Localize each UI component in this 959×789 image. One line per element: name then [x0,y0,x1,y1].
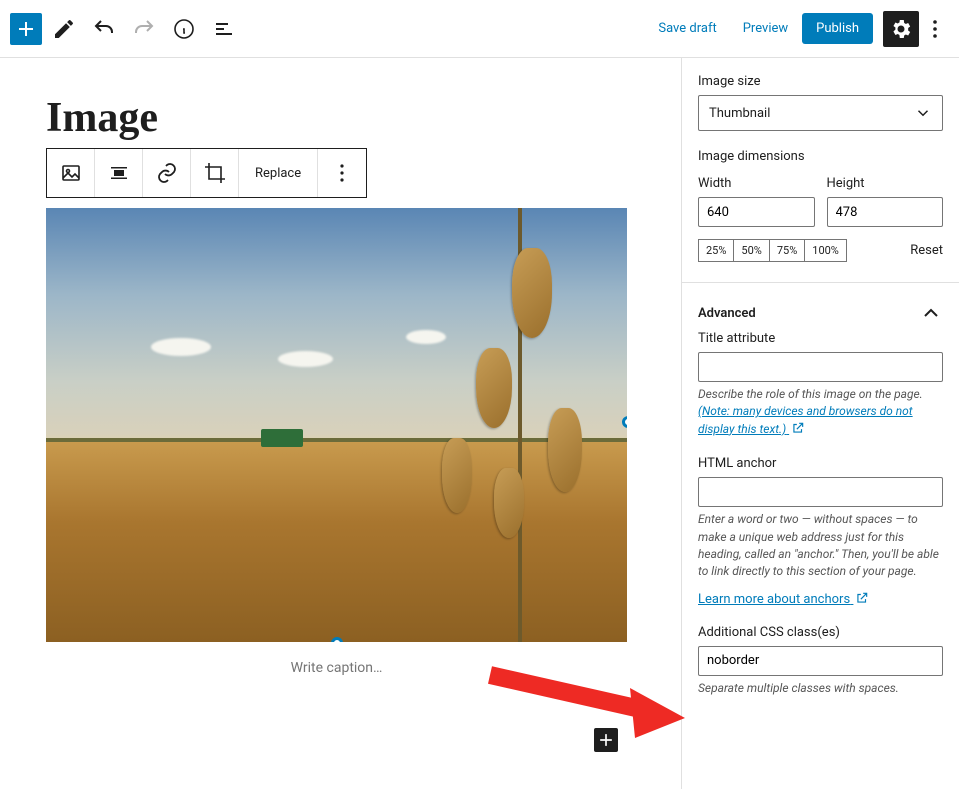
undo-icon [92,17,116,41]
publish-button[interactable]: Publish [802,13,873,44]
html-anchor-input[interactable] [698,477,943,507]
width-label: Width [698,176,815,191]
pct-100-button[interactable]: 100% [805,239,847,262]
insert-block-button[interactable] [594,728,618,752]
image-block[interactable] [46,208,627,642]
outline-button[interactable] [206,11,242,47]
align-icon [107,161,131,185]
advanced-title: Advanced [698,306,756,321]
save-draft-button[interactable]: Save draft [646,13,728,44]
link-button[interactable] [143,149,191,197]
settings-sidebar: Image size Thumbnail Image dimensions Wi… [681,58,959,789]
plus-icon [14,17,38,41]
toolbar-left [10,11,242,47]
crop-icon [203,161,227,185]
info-button[interactable] [166,11,202,47]
link-icon [155,161,179,185]
list-icon [212,17,236,41]
external-icon [855,591,869,605]
resize-handle-bottom[interactable] [331,637,343,642]
block-toolbar: Replace [46,148,367,198]
preview-button[interactable]: Preview [731,13,800,44]
redo-icon [132,17,156,41]
pct-25-button[interactable]: 25% [698,239,734,262]
add-block-button[interactable] [10,13,42,45]
settings-button[interactable] [883,11,919,47]
learn-more-anchors-link[interactable]: Learn more about anchors [698,592,869,607]
plus-icon [596,730,616,750]
image-size-select[interactable]: Thumbnail [698,95,943,131]
image-dimensions-label: Image dimensions [698,149,943,164]
css-classes-input[interactable] [698,646,943,676]
height-input[interactable] [827,197,944,227]
page-title[interactable]: Image [46,94,681,142]
title-attribute-input[interactable] [698,352,943,382]
align-button[interactable] [95,149,143,197]
crop-button[interactable] [191,149,239,197]
html-anchor-help: Enter a word or two — without spaces — t… [698,511,943,581]
kebab-icon [330,161,354,185]
edit-mode-button[interactable] [46,11,82,47]
width-input[interactable] [698,197,815,227]
chevron-down-icon [914,104,932,122]
external-icon [791,421,805,435]
undo-button[interactable] [86,11,122,47]
chevron-up-icon [919,301,943,325]
title-attribute-help: Describe the role of this image on the p… [698,386,943,438]
editor-canvas: Image Replace [0,58,681,789]
reset-button[interactable]: Reset [910,243,943,258]
gear-icon [889,17,913,41]
css-classes-help: Separate multiple classes with spaces. [698,680,943,697]
caption-input[interactable] [46,642,627,676]
pct-75-button[interactable]: 75% [770,239,805,262]
title-attribute-help-link[interactable]: (Note: many devices and browsers do not … [698,404,913,435]
css-classes-label: Additional CSS class(es) [698,625,943,640]
height-label: Height [827,176,944,191]
replace-button[interactable]: Replace [239,149,318,197]
kebab-icon [923,17,947,41]
title-attribute-label: Title attribute [698,331,943,346]
pct-50-button[interactable]: 50% [734,239,769,262]
toolbar-right: Save draft Preview Publish [646,11,949,47]
more-options-button[interactable] [921,11,949,47]
info-icon [172,17,196,41]
advanced-panel-toggle[interactable]: Advanced [698,301,943,325]
image-size-value: Thumbnail [709,106,770,121]
image-size-label: Image size [698,74,943,89]
redo-button[interactable] [126,11,162,47]
block-type-button[interactable] [47,149,95,197]
html-anchor-label: HTML anchor [698,456,943,471]
top-toolbar: Save draft Preview Publish [0,0,959,58]
image-icon [59,161,83,185]
block-more-button[interactable] [318,149,366,197]
pencil-icon [52,17,76,41]
